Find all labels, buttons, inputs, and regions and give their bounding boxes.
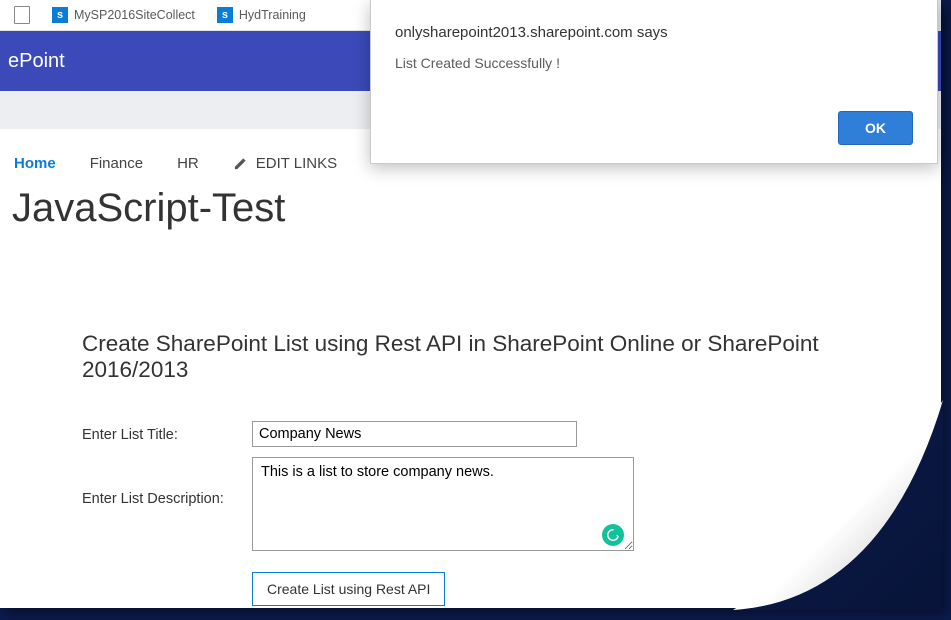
- list-title-input[interactable]: [252, 421, 577, 447]
- sharepoint-badge-icon: s: [52, 7, 68, 23]
- alert-origin: onlysharepoint2013.sharepoint.com says: [395, 24, 913, 41]
- alert-message: List Created Successfully !: [395, 55, 913, 71]
- list-desc-textarea[interactable]: [252, 457, 634, 551]
- list-desc-label: Enter List Description:: [82, 457, 252, 507]
- browser-tab-1-label: MySP2016SiteCollect: [74, 8, 195, 22]
- list-title-label: Enter List Title:: [82, 421, 252, 443]
- main-content: Create SharePoint List using Rest API in…: [0, 239, 941, 606]
- page-title: JavaScript-Test: [0, 182, 941, 239]
- js-alert-dialog: onlysharepoint2013.sharepoint.com says L…: [370, 0, 938, 164]
- pencil-icon: [233, 156, 248, 171]
- grammarly-icon[interactable]: [602, 524, 624, 546]
- browser-tab-2[interactable]: s HydTraining: [217, 7, 306, 23]
- browser-tab-2-label: HydTraining: [239, 8, 306, 22]
- form-heading: Create SharePoint List using Rest API in…: [82, 331, 901, 383]
- nav-home[interactable]: Home: [14, 155, 56, 172]
- nav-finance[interactable]: Finance: [90, 155, 143, 172]
- nav-edit-links-label: EDIT LINKS: [256, 155, 337, 172]
- alert-ok-button[interactable]: OK: [838, 111, 913, 145]
- blank-page-icon: [14, 6, 30, 24]
- sharepoint-badge-icon: s: [217, 7, 233, 23]
- nav-edit-links[interactable]: EDIT LINKS: [233, 155, 337, 172]
- create-list-button[interactable]: Create List using Rest API: [252, 572, 445, 606]
- nav-hr[interactable]: HR: [177, 155, 199, 172]
- browser-tab-1[interactable]: s MySP2016SiteCollect: [52, 7, 195, 23]
- suite-bar-title: ePoint: [8, 50, 65, 73]
